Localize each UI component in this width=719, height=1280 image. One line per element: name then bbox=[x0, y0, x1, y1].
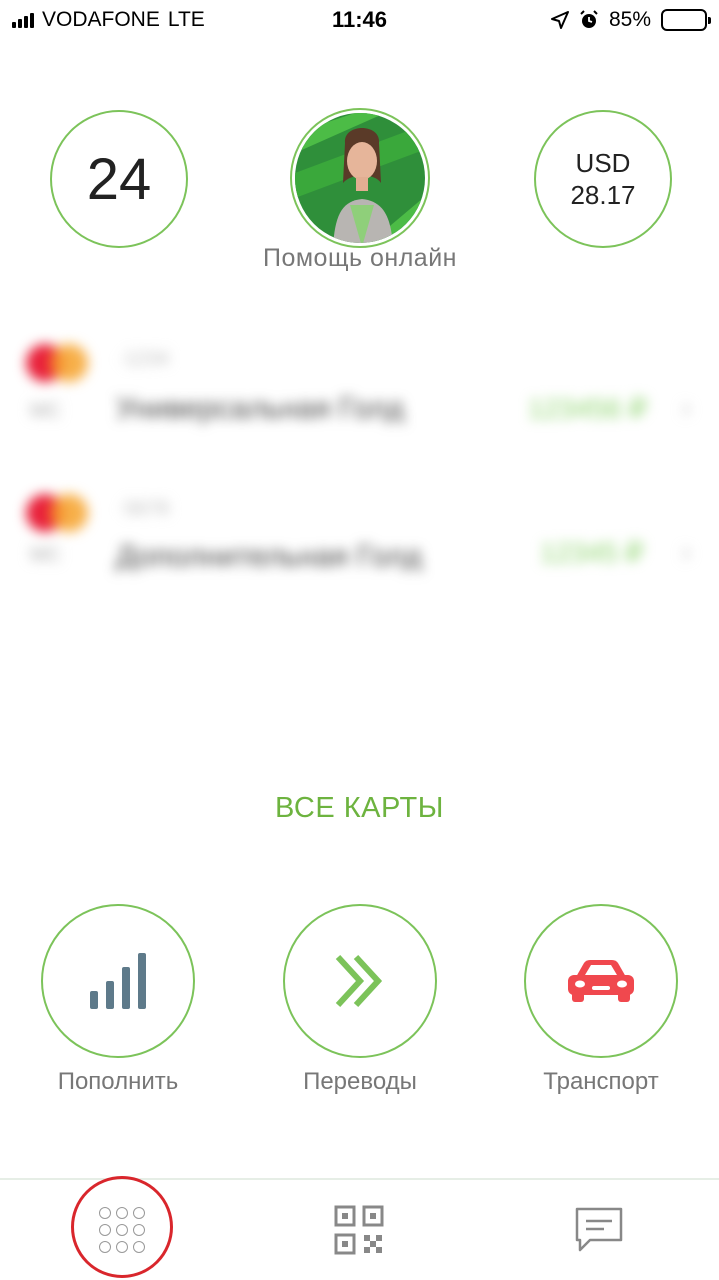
alarm-clock-icon bbox=[580, 10, 598, 28]
chevron-right-icon: › bbox=[681, 392, 691, 423]
card-mask: ·1234 bbox=[118, 348, 170, 370]
top-up-label: Пополнить bbox=[57, 1068, 179, 1095]
highlight-ring bbox=[71, 1176, 173, 1278]
double-chevron-right-icon bbox=[335, 954, 383, 1008]
qr-code-icon bbox=[334, 1205, 384, 1255]
card-system: MC bbox=[30, 400, 62, 422]
card-name: Универсальная Голд bbox=[116, 392, 404, 425]
currency-code: USD bbox=[575, 148, 631, 178]
card-balance: 123456 ₽ bbox=[528, 393, 648, 424]
avatar bbox=[295, 113, 425, 243]
online-help-label[interactable]: Помощь онлайн bbox=[220, 244, 500, 273]
mastercard-logo-icon bbox=[26, 344, 92, 382]
card-name: Дополнительная Голд bbox=[116, 540, 422, 573]
notifications-count-button[interactable]: 24 bbox=[50, 110, 188, 248]
tab-qr[interactable] bbox=[299, 1180, 419, 1280]
car-icon bbox=[568, 960, 634, 1002]
card-mask: ·5678 bbox=[118, 498, 170, 520]
card-item[interactable]: ·1234 MC Универсальная Голд 123456 ₽ › bbox=[0, 334, 719, 444]
transport-label: Транспорт bbox=[543, 1068, 659, 1095]
top-up-button[interactable] bbox=[41, 904, 195, 1058]
transfers-button[interactable] bbox=[283, 904, 437, 1058]
chevron-right-icon: › bbox=[681, 536, 691, 567]
status-right: 85% bbox=[550, 8, 711, 32]
card-system: MC bbox=[30, 544, 62, 566]
tab-chat[interactable] bbox=[539, 1180, 659, 1280]
currency-rate: 28.17 bbox=[570, 180, 636, 210]
online-help-avatar-button[interactable] bbox=[290, 108, 430, 248]
chat-icon bbox=[575, 1207, 623, 1252]
transfers-label: Переводы bbox=[303, 1068, 417, 1095]
card-item[interactable]: ·5678 MC Дополнительная Голд 12345 ₽ › bbox=[0, 484, 719, 594]
status-bar: VODAFONE LTE 11:46 85% bbox=[0, 0, 719, 40]
battery-icon bbox=[661, 9, 711, 31]
transport-button[interactable] bbox=[524, 904, 678, 1058]
all-cards-link[interactable]: ВСЕ КАРТЫ bbox=[0, 792, 719, 825]
signal-bars-icon bbox=[90, 953, 146, 1009]
card-balance: 12345 ₽ bbox=[540, 537, 644, 568]
mastercard-logo-icon bbox=[26, 494, 92, 532]
notifications-count: 24 bbox=[86, 146, 152, 212]
battery-percent: 85% bbox=[608, 8, 651, 31]
exchange-rate-button[interactable]: USD 28.17 bbox=[534, 110, 672, 248]
location-arrow-icon bbox=[550, 11, 569, 29]
